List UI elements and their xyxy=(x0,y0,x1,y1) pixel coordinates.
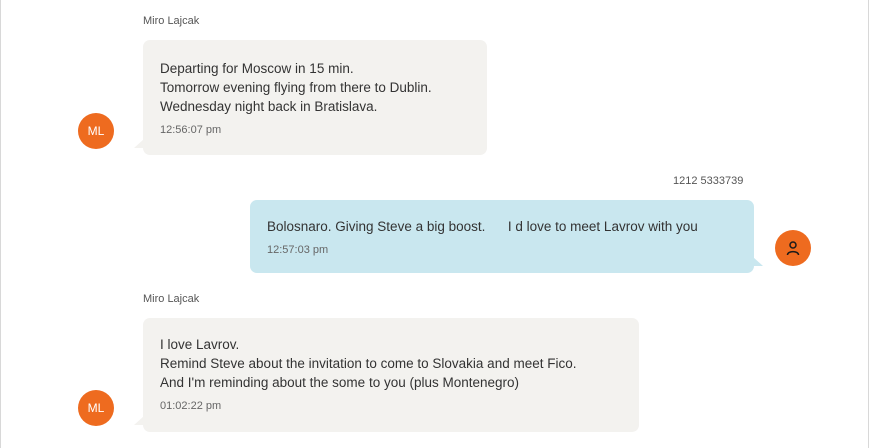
message-bubble-incoming: I love Lavrov. Remind Steve about the in… xyxy=(134,318,639,432)
frame-border-right xyxy=(868,0,869,448)
message-line: And I'm reminding about the some to you … xyxy=(160,375,520,390)
message-bubble-incoming: Departing for Moscow in 15 min. Tomorrow… xyxy=(134,40,487,155)
person-icon xyxy=(786,241,800,256)
message-timestamp: 12:57:03 pm xyxy=(267,244,329,256)
message-line: Wednesday night back in Bratislava. xyxy=(160,99,378,114)
avatar xyxy=(775,230,811,266)
message-line: Tomorrow evening flying from there to Du… xyxy=(160,80,432,95)
message-line: Departing for Moscow in 15 min. xyxy=(160,61,354,76)
message-line: Bolosnaro. Giving Steve a big boost. I d… xyxy=(267,219,698,234)
message-line: I love Lavrov. xyxy=(160,337,240,352)
message-sender: Miro Lajcak xyxy=(143,15,200,27)
message-line: Remind Steve about the invitation to com… xyxy=(160,356,577,371)
avatar: ML xyxy=(78,113,114,149)
message-timestamp: 12:56:07 pm xyxy=(160,124,222,136)
avatar-initials: ML xyxy=(87,401,105,415)
avatar-initials: ML xyxy=(87,124,105,138)
message-sender: 1212 5333739 xyxy=(673,175,744,187)
message-sender: Miro Lajcak xyxy=(143,293,200,305)
message-timestamp: 01:02:22 pm xyxy=(160,400,222,412)
message-bubble-outgoing: Bolosnaro. Giving Steve a big boost. I d… xyxy=(250,200,763,273)
avatar: ML xyxy=(78,390,114,426)
frame-border-left xyxy=(0,0,1,448)
